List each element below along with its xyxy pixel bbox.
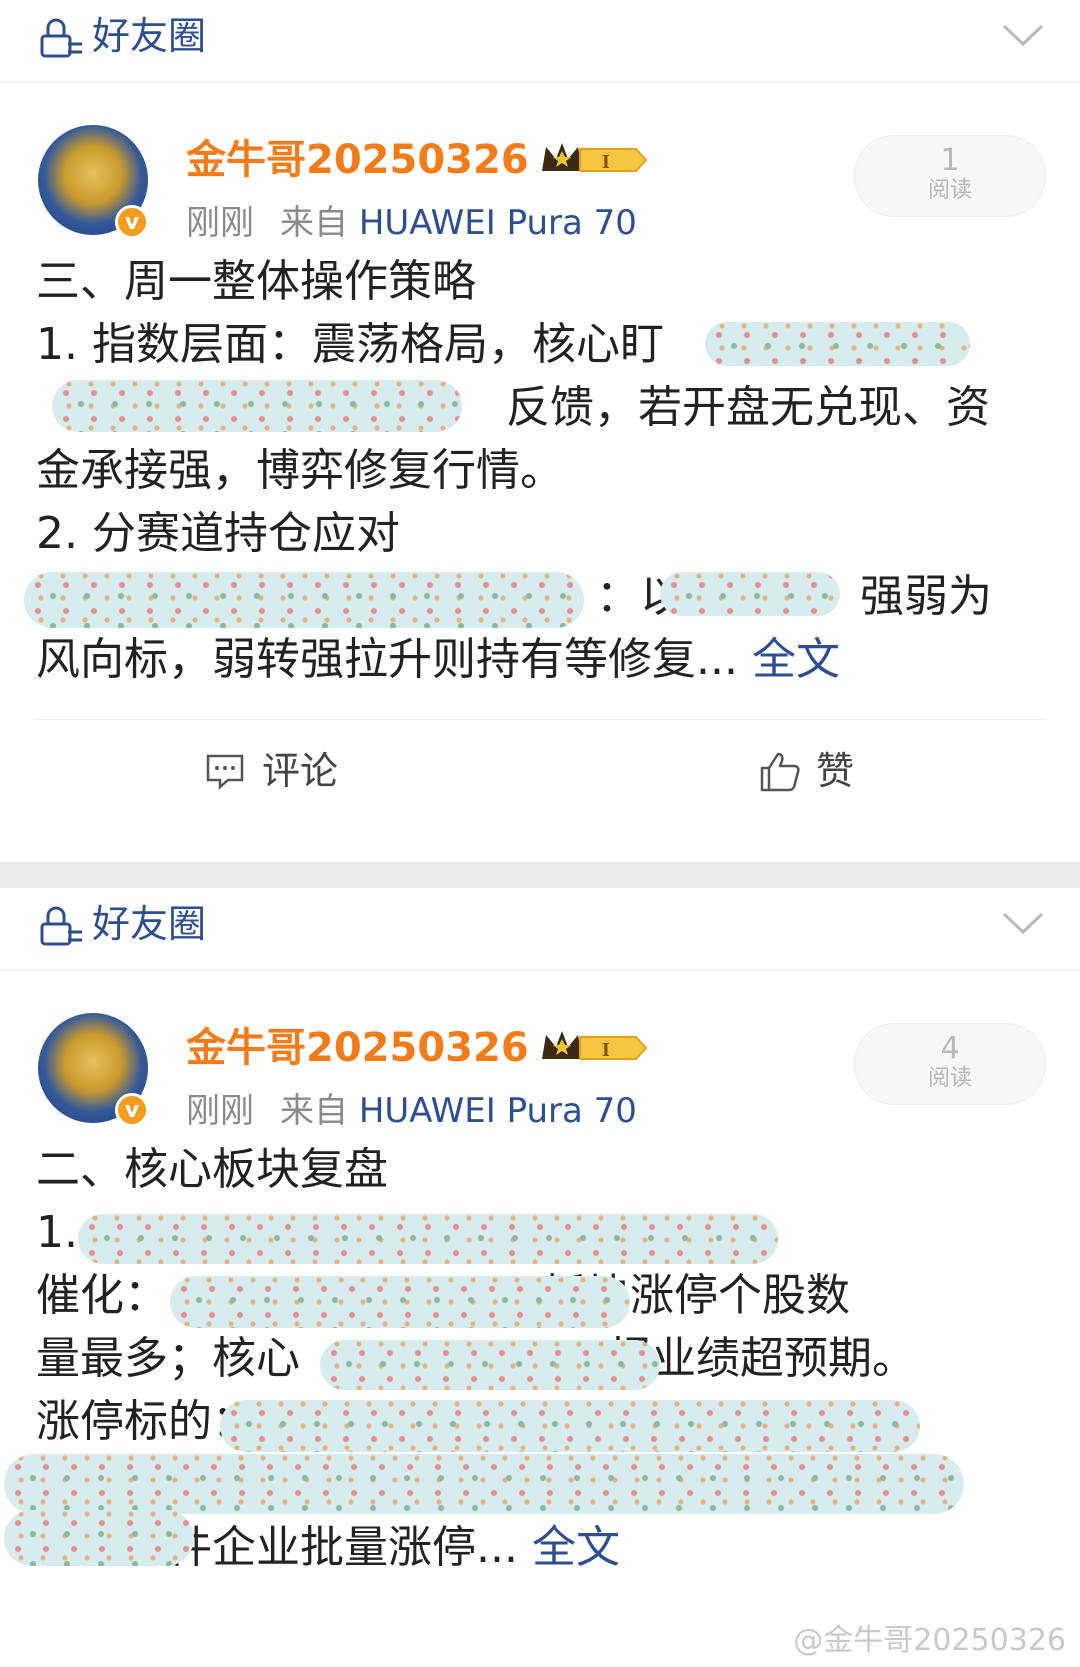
scope-label: 好友圈 [92, 902, 207, 946]
scope-label: 好友圈 [92, 14, 207, 58]
comment-icon [206, 754, 244, 790]
like-label: 赞 [816, 749, 855, 793]
like-button[interactable]: 赞 [760, 746, 855, 796]
redaction-mask [78, 1214, 778, 1264]
redaction-mask [660, 572, 840, 616]
read-more-link[interactable]: 全文 [532, 1522, 620, 1573]
redaction-mask [24, 572, 584, 628]
post-scope-bar: 好友圈 [0, 888, 1080, 971]
svg-text:I: I [602, 1039, 610, 1061]
post-line-text: 风向标，弱转强拉升则持有等修复... [36, 634, 738, 685]
post-header: v 金牛哥20250326 I 刚刚 来自 HUAWEI Pura 70 4 阅读 [0, 971, 1080, 1139]
read-count-pill: 1 阅读 [854, 135, 1046, 217]
post-line: 三、周一整体操作策略 [36, 256, 476, 307]
source-prefix: 来自 [280, 203, 348, 243]
post-scope-bar: 好友圈 [0, 0, 1080, 83]
friends-circle-icon [40, 906, 82, 946]
device-link[interactable]: HUAWEI Pura 70 [359, 1091, 637, 1131]
read-count: 4 [940, 1031, 960, 1066]
weibo-post-2: 好友圈 v 金牛哥20250326 I 刚刚 来自 HUAWEI Pura 70 … [0, 888, 1080, 1667]
post-actions: 评论 赞 [36, 719, 1044, 820]
post-line: 金承接强，博弈修复行情。 [36, 445, 564, 496]
source-prefix: 来自 [280, 1091, 348, 1131]
post-header: v 金牛哥20250326 I 刚刚 来自 HUAWEI Pura 70 1 阅读 [0, 83, 1080, 251]
post-time: 刚刚 [186, 1091, 254, 1131]
post-text: 三、周一整体操作策略 1. 指数层面：震荡格局，核心盯 反馈，若开盘无兑现、资 … [0, 250, 1080, 691]
device-link[interactable]: HUAWEI Pura 70 [359, 203, 637, 243]
verified-icon: v [115, 205, 149, 239]
vip-crown-badge-icon[interactable]: I [540, 1027, 650, 1069]
post-line: 风向标，弱转强拉升则持有等修复... 全文 [36, 628, 1044, 691]
redaction-mask [4, 1454, 964, 1514]
verified-icon: v [115, 1093, 149, 1127]
redaction-mask [52, 380, 462, 432]
redaction-mask [320, 1340, 660, 1390]
redaction-mask [705, 322, 970, 366]
chevron-down-icon[interactable] [998, 904, 1048, 944]
post-time: 刚刚 [186, 203, 254, 243]
watermark: @金牛哥20250326 [793, 1623, 1066, 1658]
read-count: 1 [940, 143, 960, 178]
post-meta: 刚刚 来自 HUAWEI Pura 70 [186, 1089, 637, 1133]
chevron-down-icon[interactable] [998, 16, 1048, 56]
username[interactable]: 金牛哥20250326 [186, 1023, 529, 1073]
post-meta: 刚刚 来自 HUAWEI Pura 70 [186, 201, 637, 245]
username[interactable]: 金牛哥20250326 [186, 135, 529, 185]
comment-label: 评论 [262, 749, 339, 793]
redaction-mask [4, 1510, 194, 1566]
svg-text:I: I [602, 151, 610, 173]
read-more-link[interactable]: 全文 [752, 634, 840, 685]
friends-circle-icon [40, 18, 82, 58]
read-label: 阅读 [927, 178, 972, 203]
post-line: 2. 分赛道持仓应对 [36, 508, 400, 559]
comment-button[interactable]: 评论 [206, 746, 339, 796]
weibo-post-1: 好友圈 v 金牛哥20250326 I 刚刚 来自 HUAWEI Pura 70 … [0, 0, 1080, 862]
redaction-mask [220, 1400, 920, 1452]
vip-crown-badge-icon[interactable]: I [540, 139, 650, 181]
post-line: 二、核心板块复盘 [36, 1144, 388, 1195]
redaction-mask [170, 1276, 630, 1328]
read-count-pill: 4 阅读 [854, 1023, 1046, 1105]
thumbs-up-icon [760, 752, 800, 792]
post-text: 二、核心板块复盘 1. 催化： ，板块涨停个股数 量最多；核心 报业绩超预期。 … [0, 1138, 1080, 1579]
read-label: 阅读 [927, 1066, 972, 1091]
